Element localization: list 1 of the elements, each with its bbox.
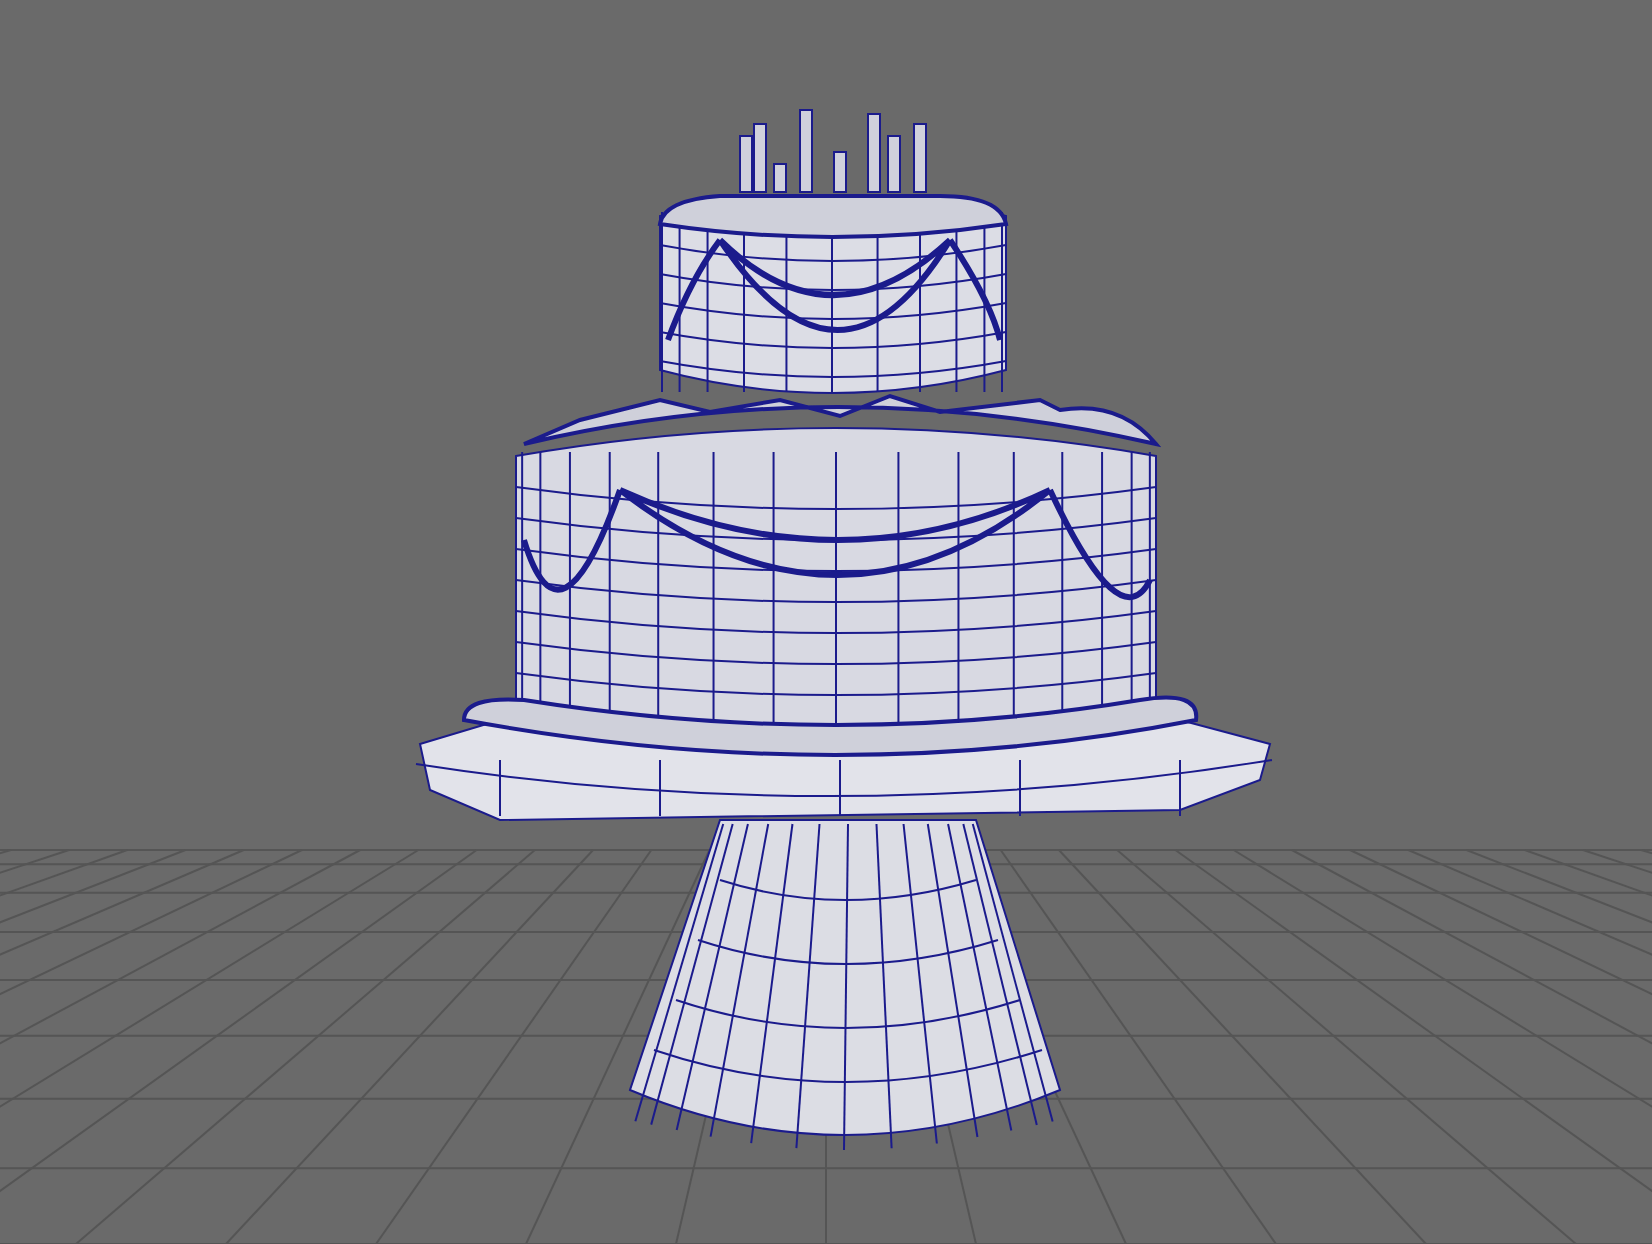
cake-drawing[interactable] [415,109,1273,1151]
